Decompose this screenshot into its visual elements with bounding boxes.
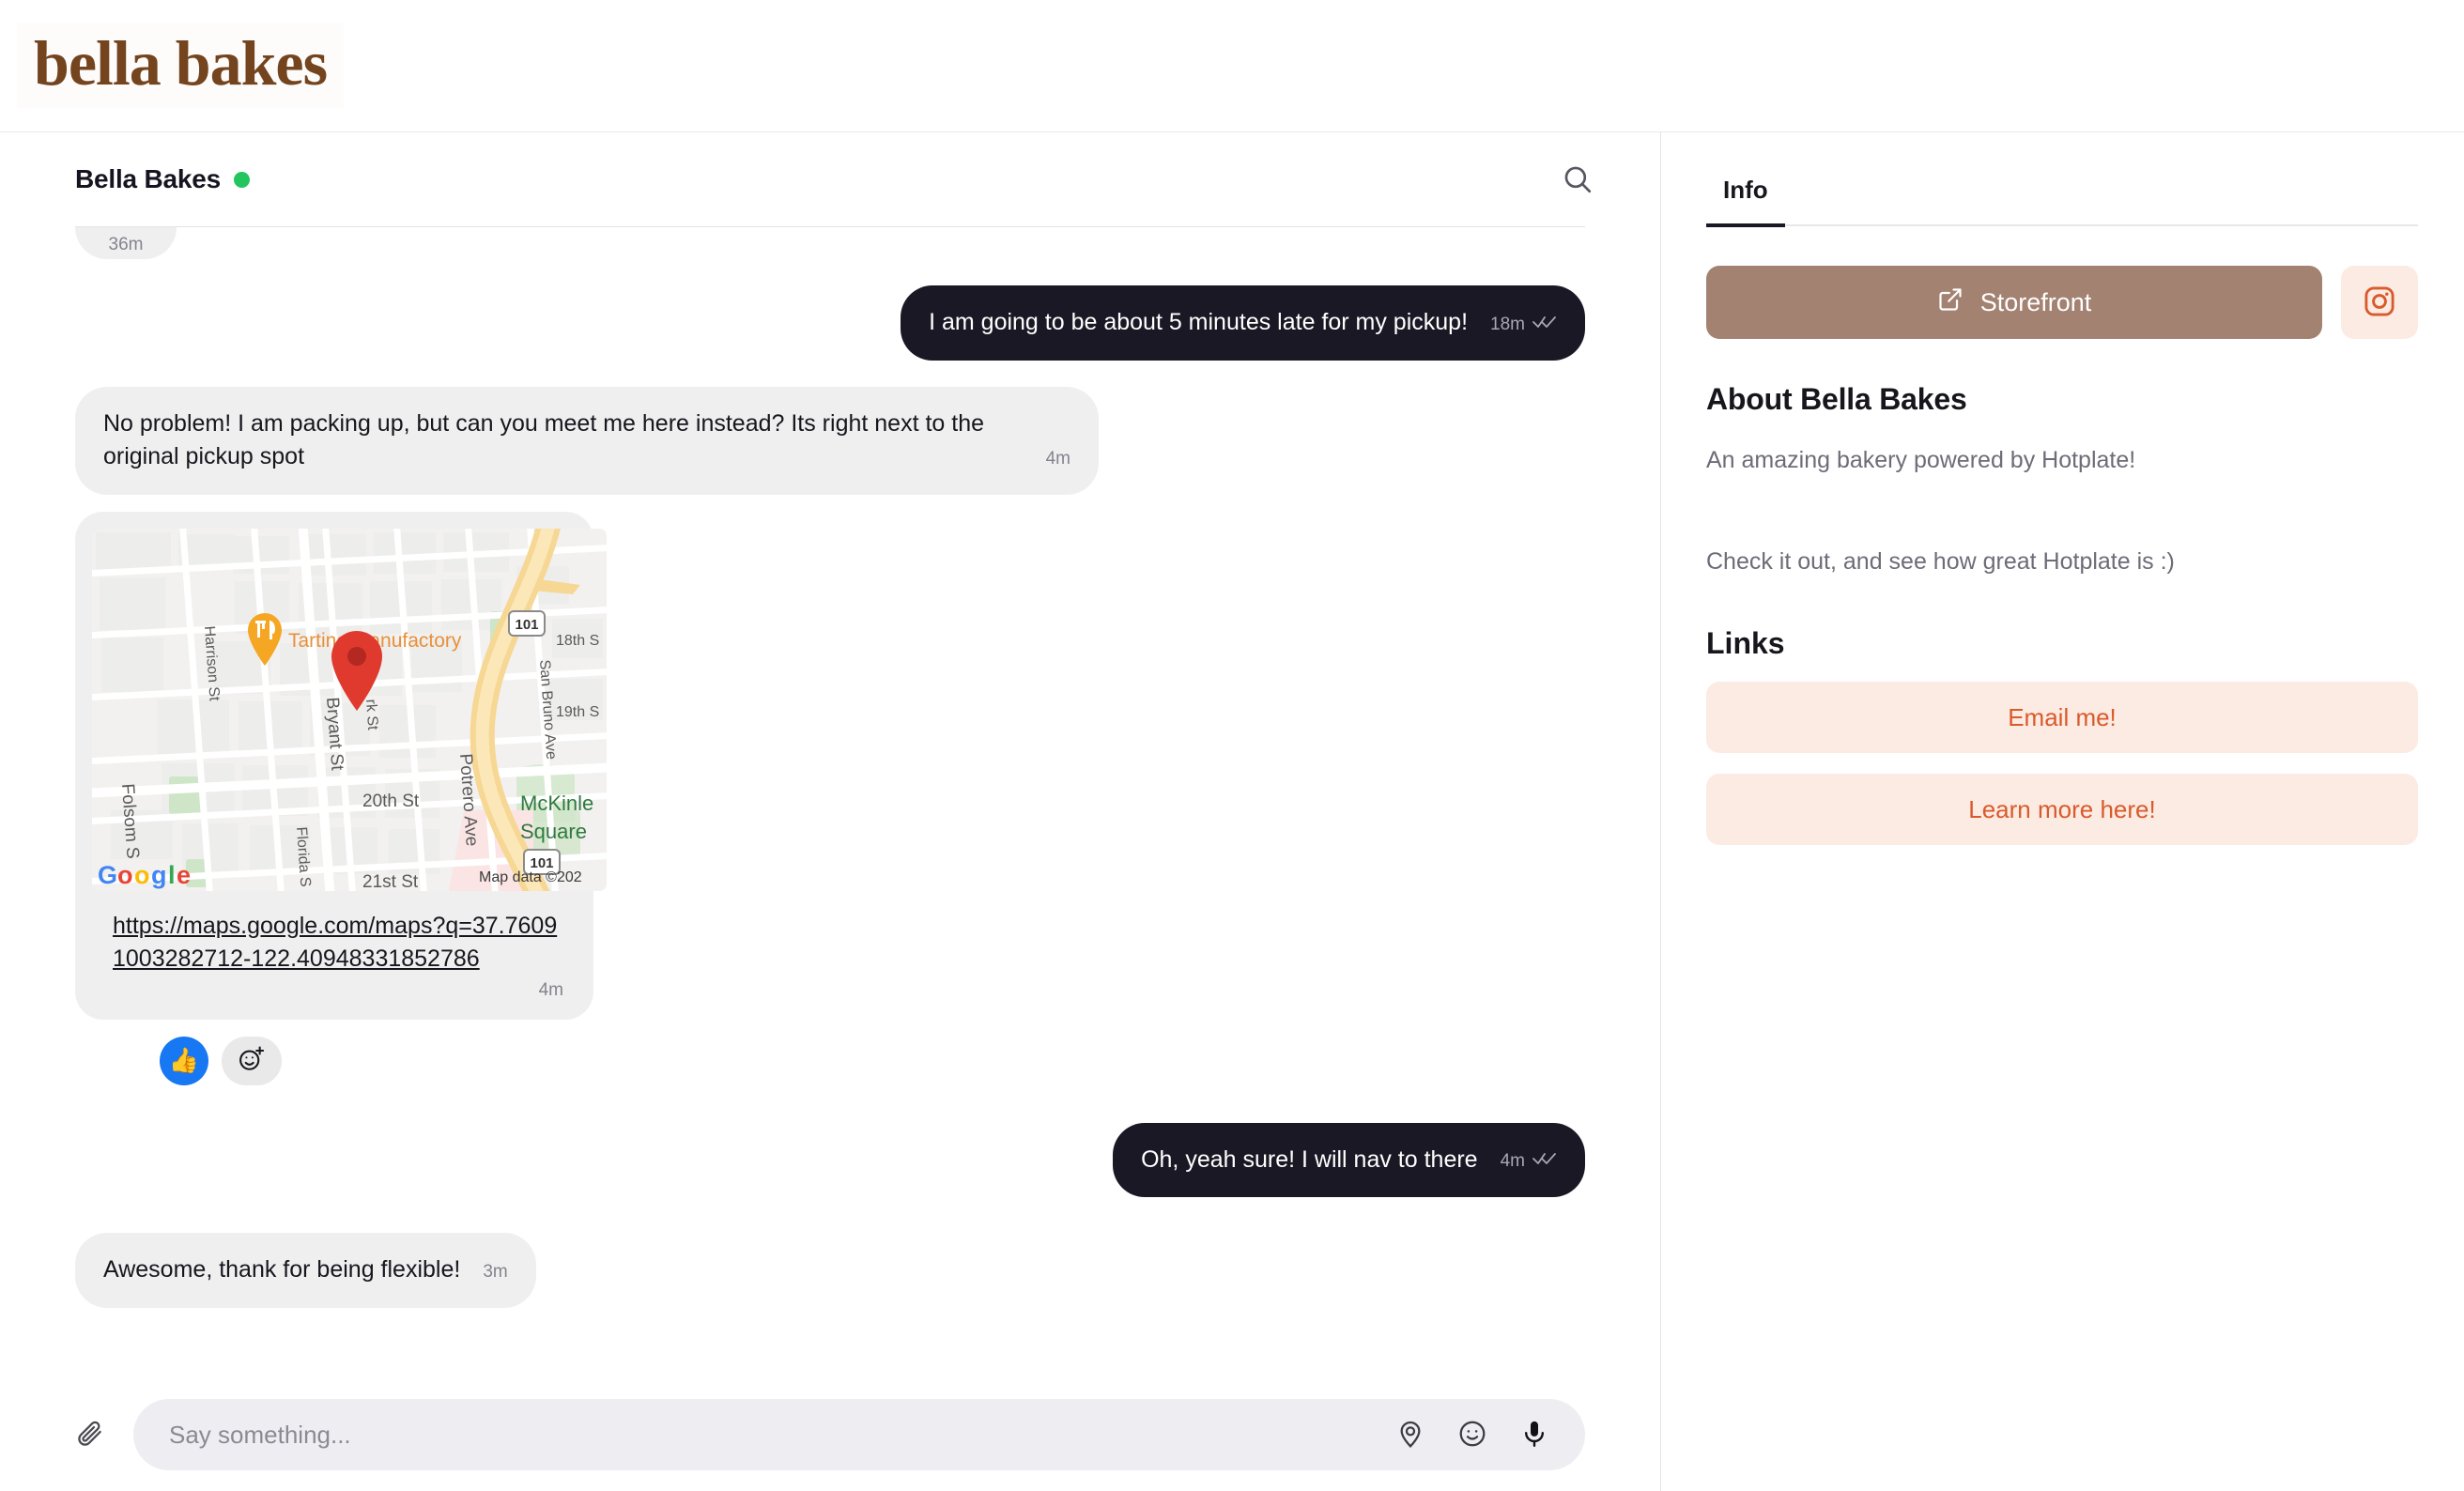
emoji-picker-button[interactable] — [1450, 1412, 1495, 1457]
message-time: 36m — [109, 235, 144, 255]
search-icon — [1562, 163, 1594, 195]
message-list[interactable]: 36m I am going to be about 5 minutes lat… — [0, 227, 1660, 1378]
message-bubble-clipped: 36m — [75, 227, 177, 259]
tab-info[interactable]: Info — [1706, 176, 1785, 227]
message-input-shell[interactable] — [133, 1399, 1585, 1470]
search-button[interactable] — [1551, 153, 1604, 206]
chat-header: Bella Bakes — [0, 132, 1660, 226]
brand-bar: bella bakes — [0, 0, 2464, 132]
google-logo: G o o g l e — [98, 861, 191, 889]
park-label: Square — [520, 820, 587, 843]
svg-text:o: o — [117, 861, 133, 889]
brand-logo-text: bella bakes — [34, 31, 327, 95]
storefront-button[interactable]: Storefront — [1706, 266, 2322, 339]
share-location-button[interactable] — [1388, 1412, 1433, 1457]
about-line-2: Check it out, and see how great Hotplate… — [1706, 545, 2418, 580]
svg-text:G: G — [98, 861, 117, 889]
microphone-icon — [1519, 1419, 1549, 1452]
message-time: 4m — [539, 980, 563, 1000]
message-time: 4m — [1046, 447, 1070, 472]
message-bubble-outgoing[interactable]: Oh, yeah sure! I will nav to there 4m — [1113, 1123, 1585, 1198]
chat-contact-name: Bella Bakes — [75, 164, 221, 194]
svg-text:l: l — [168, 861, 176, 889]
read-receipt-icon — [1532, 1149, 1557, 1175]
message-text: Awesome, thank for being flexible! — [103, 1253, 460, 1287]
emoji-smiley-icon — [1457, 1419, 1487, 1452]
svg-text:e: e — [177, 861, 191, 889]
street-label: 18th S — [556, 633, 599, 649]
map-image[interactable]: 101 101 — [92, 529, 607, 891]
about-title: About Bella Bakes — [1706, 382, 2418, 417]
message-meta: 4m — [1046, 447, 1070, 474]
instagram-icon — [2363, 284, 2396, 321]
brand-logo: bella bakes — [17, 23, 344, 108]
message-bubble-incoming[interactable]: Awesome, thank for being flexible! 3m — [75, 1233, 536, 1308]
message-bubble-incoming[interactable]: No problem! I am packing up, but can you… — [75, 387, 1099, 495]
info-cta-row: Storefront — [1706, 266, 2418, 339]
message-text: I am going to be about 5 minutes late fo… — [929, 306, 1468, 340]
message-row: I am going to be about 5 minutes late fo… — [75, 285, 1585, 361]
info-panel: Info Storefront — [1661, 132, 2463, 1491]
map-attribution: Map data ©202 — [479, 869, 582, 885]
paperclip-icon — [75, 1419, 105, 1452]
message-meta: 4m — [92, 976, 577, 1003]
street-label: 21st St — [362, 872, 419, 891]
location-pin-icon — [1395, 1419, 1425, 1452]
attach-file-button[interactable] — [68, 1412, 113, 1457]
message-meta: 3m — [483, 1260, 507, 1287]
link-button-email[interactable]: Email me! — [1706, 682, 2418, 753]
message-time: 3m — [483, 1260, 507, 1285]
message-row: No problem! I am packing up, but can you… — [75, 387, 1585, 495]
message-row: Oh, yeah sure! I will nav to there 4m — [75, 1123, 1585, 1198]
street-label: 20th St — [362, 792, 420, 811]
message-row: 101 101 — [75, 504, 1585, 1020]
add-reaction-button[interactable] — [222, 1037, 282, 1085]
thumbs-up-icon: 👍 — [169, 1046, 199, 1075]
message-composer — [0, 1378, 1660, 1491]
instagram-button[interactable] — [2341, 266, 2418, 339]
message-time: 4m — [1501, 1149, 1525, 1175]
link-button-learn-more[interactable]: Learn more here! — [1706, 774, 2418, 845]
message-meta: 18m — [1490, 313, 1557, 340]
map-link[interactable]: https://maps.google.com/maps?q=37.760910… — [92, 910, 577, 976]
about-line-1: An amazing bakery powered by Hotplate! — [1706, 443, 2418, 479]
street-label: 19th S — [556, 704, 599, 720]
message-meta: 4m — [1501, 1149, 1557, 1176]
add-reaction-icon — [238, 1045, 266, 1076]
message-clipped: 36m — [75, 227, 1585, 259]
storefront-button-label: Storefront — [1980, 288, 2092, 317]
voice-record-button[interactable] — [1512, 1412, 1557, 1457]
message-input[interactable] — [169, 1421, 1371, 1450]
highway-shield: 101 — [509, 611, 545, 636]
message-text: No problem! I am packing up, but can you… — [103, 407, 1024, 474]
chat-contact: Bella Bakes — [75, 164, 250, 194]
message-row: Awesome, thank for being flexible! 3m — [75, 1233, 1585, 1308]
online-status-dot — [234, 172, 250, 188]
message-reactions: 👍 — [160, 1037, 1585, 1085]
park-label: McKinle — [520, 792, 593, 815]
street-label: rk St — [362, 699, 380, 731]
app-body: Bella Bakes 36m — [0, 132, 2464, 1491]
svg-text:o: o — [134, 861, 150, 889]
reaction-thumbs-up-button[interactable]: 👍 — [160, 1037, 208, 1085]
svg-text:101: 101 — [515, 617, 538, 633]
links-title: Links — [1706, 626, 2418, 661]
message-text: Oh, yeah sure! I will nav to there — [1141, 1144, 1478, 1177]
message-bubble-outgoing[interactable]: I am going to be about 5 minutes late fo… — [901, 285, 1585, 361]
svg-text:g: g — [151, 861, 167, 889]
read-receipt-icon — [1532, 313, 1557, 338]
info-tabs: Info — [1706, 132, 2418, 226]
chat-column: Bella Bakes 36m — [0, 132, 1661, 1491]
map-graphic: 101 101 — [92, 529, 607, 891]
external-link-icon — [1937, 286, 1964, 319]
message-bubble-map[interactable]: 101 101 — [75, 512, 593, 1020]
info-panel-body: Storefront About Bella Bakes An amazing … — [1661, 226, 2463, 845]
message-time: 18m — [1490, 313, 1525, 338]
